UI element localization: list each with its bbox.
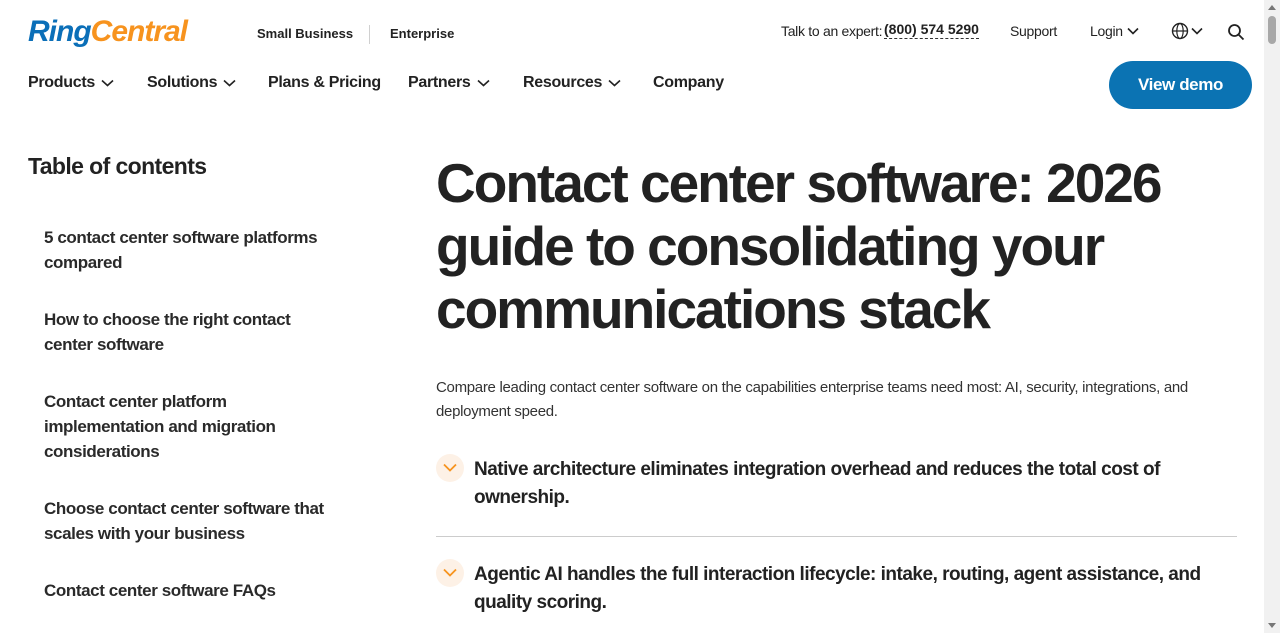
- nav-company[interactable]: Company: [653, 74, 724, 92]
- toc-item[interactable]: 5 contact center software platforms comp…: [44, 225, 344, 275]
- chevron-down-icon: [223, 79, 236, 87]
- login-menu[interactable]: Login: [1090, 23, 1139, 39]
- chevron-down-icon: [608, 79, 621, 87]
- chevron-down-icon: [101, 79, 114, 87]
- chevron-down-icon: [1127, 27, 1139, 35]
- check-icon: [436, 559, 464, 587]
- page-scrollbar[interactable]: [1264, 0, 1280, 633]
- login-label: Login: [1090, 23, 1123, 39]
- logo-central-text: Central: [90, 15, 188, 48]
- check-icon: [436, 454, 464, 482]
- toc-title: Table of contents: [28, 153, 207, 179]
- divider: [436, 536, 1237, 537]
- nav-plans-pricing[interactable]: Plans & Pricing: [268, 74, 381, 92]
- page-title: Contact center software: 2026 guide to c…: [436, 152, 1163, 340]
- scroll-up-arrow-icon[interactable]: [1268, 5, 1276, 10]
- toc-item[interactable]: Contact center software FAQs: [44, 578, 344, 603]
- nav-solutions-label: Solutions: [147, 74, 218, 91]
- nav-solutions[interactable]: Solutions: [147, 74, 236, 92]
- article-lead: Compare leading contact center software …: [436, 379, 1188, 420]
- talk-to-expert-label: Talk to an expert:: [781, 23, 883, 39]
- scroll-down-arrow-icon[interactable]: [1268, 623, 1276, 628]
- logo-ring-text: Ring: [28, 15, 92, 48]
- enterprise-link[interactable]: Enterprise: [390, 26, 454, 41]
- feature-bullet-text: Agentic AI handles the full interaction …: [474, 564, 1201, 613]
- view-demo-button[interactable]: View demo: [1109, 61, 1252, 109]
- language-selector[interactable]: [1171, 22, 1203, 40]
- chevron-down-icon: [476, 79, 490, 87]
- feature-bullet: Agentic AI handles the full interaction …: [436, 559, 1236, 617]
- scrollbar-thumb[interactable]: [1268, 16, 1276, 44]
- globe-icon: [1171, 22, 1189, 40]
- ringcentral-logo[interactable]: RingCentral: [28, 15, 188, 48]
- small-business-link[interactable]: Small Business: [257, 26, 353, 41]
- search-button[interactable]: [1227, 23, 1245, 46]
- feature-bullet: Native architecture eliminates integrati…: [436, 454, 1236, 512]
- nav-products[interactable]: Products: [28, 74, 114, 92]
- nav-partners[interactable]: Partners: [408, 74, 490, 92]
- nav-resources-label: Resources: [523, 74, 603, 91]
- nav-products-label: Products: [28, 74, 95, 91]
- toc-item[interactable]: Choose contact center software that scal…: [44, 496, 344, 546]
- toc-item[interactable]: How to choose the right contact center s…: [44, 307, 314, 357]
- support-link[interactable]: Support: [1010, 23, 1057, 39]
- nav-resources[interactable]: Resources: [523, 74, 621, 92]
- search-icon: [1228, 24, 1245, 41]
- segment-divider: [369, 25, 370, 44]
- toc-item[interactable]: Contact center platform implementation a…: [44, 389, 304, 464]
- feature-bullet-text: Native architecture eliminates integrati…: [474, 459, 1160, 508]
- top-utility-bar: RingCentral Small Business Enterprise Ta…: [0, 0, 1264, 64]
- chevron-down-icon: [1191, 27, 1203, 35]
- phone-link[interactable]: (800) 574 5290: [884, 21, 979, 39]
- nav-partners-label: Partners: [408, 74, 471, 91]
